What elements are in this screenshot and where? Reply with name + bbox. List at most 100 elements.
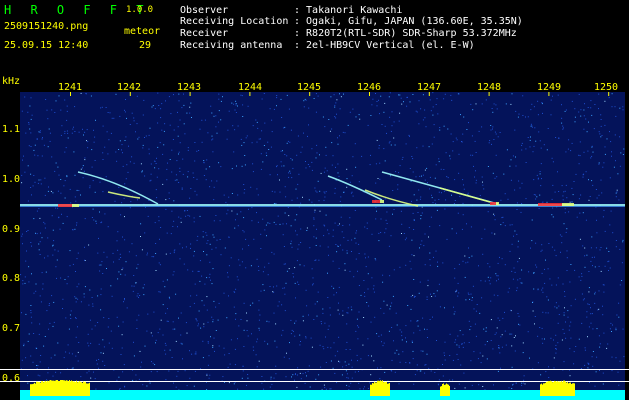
noise-dot <box>425 126 427 128</box>
noise-dot <box>472 285 474 287</box>
noise-dot <box>104 365 106 366</box>
noise-dot <box>151 361 152 363</box>
noise-dot <box>122 267 124 269</box>
noise-dot <box>611 106 613 108</box>
noise-dot <box>346 250 348 252</box>
noise-dot <box>288 268 290 270</box>
noise-dot <box>299 264 301 266</box>
noise-dot <box>551 214 553 216</box>
noise-dot <box>352 108 354 110</box>
noise-dot <box>291 159 293 161</box>
noise-dot <box>596 219 597 221</box>
noise-dot <box>169 159 171 160</box>
noise-dot <box>554 191 556 193</box>
noise-dot <box>364 295 366 297</box>
noise-dot <box>222 96 223 98</box>
noise-dot <box>162 334 164 336</box>
echo-trace <box>439 187 491 203</box>
noise-dot <box>623 148 625 150</box>
noise-dot <box>318 259 320 261</box>
noise-dot <box>462 260 464 262</box>
noise-dot <box>297 135 299 137</box>
noise-dot <box>367 256 369 258</box>
spectrogram-canvas <box>20 92 625 396</box>
noise-dot <box>212 151 214 153</box>
noise-dot <box>470 226 472 228</box>
strength-bar <box>83 381 84 396</box>
noise-dot <box>190 295 192 297</box>
noise-dot <box>495 154 497 156</box>
noise-dot <box>241 261 243 263</box>
noise-dot <box>567 316 569 318</box>
noise-dot <box>178 151 180 153</box>
noise-dot <box>416 111 418 113</box>
noise-dot <box>115 151 117 153</box>
noise-dot <box>175 293 177 295</box>
noise-dot <box>336 99 338 101</box>
noise-dot <box>536 196 538 198</box>
noise-dot <box>206 159 208 161</box>
noise-dot <box>273 377 275 379</box>
noise-dot <box>401 103 403 105</box>
noise-dot <box>414 296 416 297</box>
noise-dot <box>420 243 422 245</box>
noise-dot <box>497 262 499 264</box>
noise-dot <box>189 106 191 108</box>
noise-dot <box>138 296 139 298</box>
noise-dot <box>162 304 164 306</box>
noise-dot <box>245 238 247 240</box>
noise-dot <box>516 233 518 235</box>
noise-dot <box>595 189 597 190</box>
noise-dot <box>219 220 221 222</box>
noise-dot <box>273 291 275 293</box>
freq-tick-1.1: 1.1 <box>2 124 21 135</box>
noise-dot <box>103 346 105 348</box>
noise-dot <box>131 112 133 114</box>
noise-dot <box>424 364 426 366</box>
noise-dot <box>183 93 184 95</box>
noise-dot <box>106 256 108 258</box>
noise-dot <box>410 268 412 270</box>
noise-dot <box>29 105 31 107</box>
noise-dot <box>133 285 135 287</box>
noise-dot <box>124 299 125 301</box>
noise-dot <box>30 146 32 147</box>
noise-dot <box>60 277 62 279</box>
app-version: 1.0.0 <box>126 5 154 15</box>
noise-layer <box>20 92 625 396</box>
noise-dot <box>292 273 294 274</box>
noise-dot <box>318 374 320 376</box>
noise-dot <box>312 283 314 285</box>
noise-dot <box>342 225 344 226</box>
noise-dot <box>474 140 476 142</box>
noise-dot <box>520 282 522 284</box>
noise-dot <box>490 125 492 126</box>
strength-bar <box>35 383 36 396</box>
noise-dot <box>521 182 523 184</box>
noise-dot <box>245 137 247 139</box>
noise-dot <box>40 355 42 356</box>
noise-dot <box>187 171 189 173</box>
noise-dot <box>273 312 275 314</box>
noise-dot <box>121 269 123 271</box>
noise-dot <box>384 160 386 162</box>
noise-dot <box>74 174 76 176</box>
noise-dot <box>420 218 422 220</box>
noise-dot <box>311 201 313 203</box>
noise-dot <box>157 332 159 334</box>
noise-dot <box>388 330 390 332</box>
noise-dot <box>198 323 199 325</box>
noise-dot <box>124 183 126 185</box>
noise-dot <box>203 175 205 176</box>
noise-dot <box>443 125 445 127</box>
noise-dot <box>429 188 431 190</box>
noise-dot <box>207 342 209 344</box>
carrier-line-halo <box>20 206 625 207</box>
noise-dot <box>242 365 244 367</box>
noise-dot <box>562 125 564 127</box>
noise-dot <box>584 347 586 349</box>
noise-dot <box>497 370 499 372</box>
noise-dot <box>462 133 464 135</box>
noise-dot <box>288 108 290 110</box>
noise-dot <box>366 228 368 230</box>
